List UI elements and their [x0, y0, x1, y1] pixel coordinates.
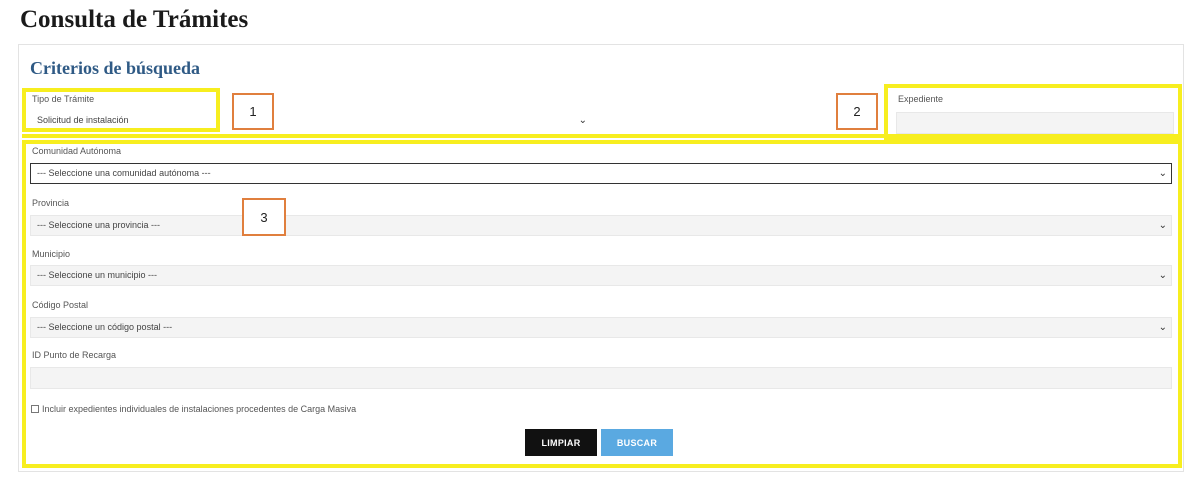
- callout-3: 3: [242, 198, 286, 236]
- highlight-tipo-tramite: [22, 88, 220, 132]
- chevron-down-icon: ⌄: [578, 115, 587, 126]
- highlight-expediente: [884, 84, 1182, 140]
- callout-2: 2: [836, 93, 878, 130]
- section-title: Criterios de búsqueda: [30, 58, 201, 78]
- page-title: Consulta de Trámites: [20, 6, 249, 33]
- callout-1: 1: [232, 93, 274, 130]
- highlight-filters: [22, 140, 1182, 468]
